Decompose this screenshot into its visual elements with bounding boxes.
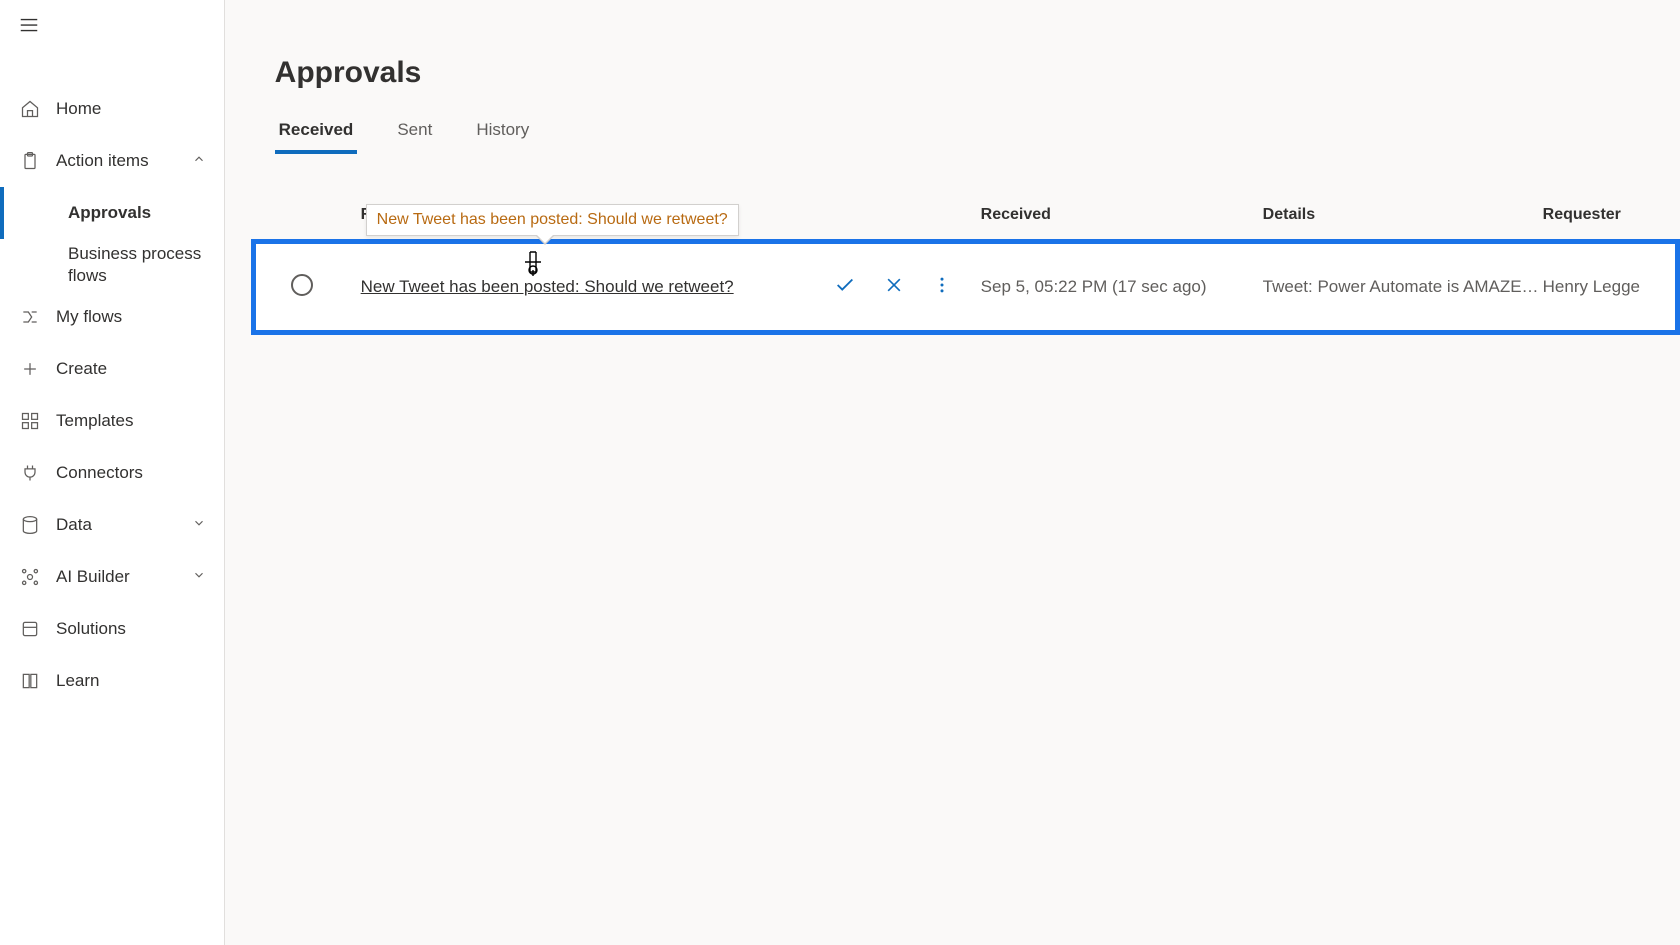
sidebar-item-label: Create xyxy=(56,358,206,380)
sidebar-item-data[interactable]: Data xyxy=(0,499,224,551)
tooltip: New Tweet has been posted: Should we ret… xyxy=(366,204,739,236)
templates-icon xyxy=(18,411,42,431)
sidebar-item-connectors[interactable]: Connectors xyxy=(0,447,224,499)
approve-button[interactable] xyxy=(834,274,856,301)
more-vertical-icon xyxy=(932,275,952,295)
close-icon xyxy=(884,275,904,295)
clipboard-icon xyxy=(18,151,42,171)
chevron-up-icon xyxy=(192,152,206,171)
approvals-table: Request Received Details Requester New T… xyxy=(251,193,1680,335)
tab-history[interactable]: History xyxy=(472,120,533,154)
sidebar-item-solutions[interactable]: Solutions xyxy=(0,603,224,655)
column-header-requester[interactable]: Requester xyxy=(1543,206,1640,224)
plus-icon xyxy=(18,359,42,379)
sidebar-item-label: My flows xyxy=(56,306,206,328)
sidebar-item-label: Solutions xyxy=(56,618,206,640)
tab-received[interactable]: Received xyxy=(275,120,358,154)
flow-icon xyxy=(18,307,42,327)
sidebar-item-home[interactable]: Home xyxy=(0,83,224,135)
tab-label: Sent xyxy=(397,120,432,139)
column-header-details[interactable]: Details xyxy=(1263,206,1543,224)
sidebar-item-create[interactable]: Create xyxy=(0,343,224,395)
ai-icon xyxy=(18,567,42,587)
sidebar-item-label: Connectors xyxy=(56,462,206,484)
sidebar-item-label: Data xyxy=(56,514,192,536)
sidebar-item-label: Home xyxy=(56,98,206,120)
sidebar-item-approvals[interactable]: Approvals xyxy=(0,187,224,239)
row-select-radio[interactable] xyxy=(291,274,313,296)
sidebar-item-label: Business process flows xyxy=(68,243,206,287)
tab-label: History xyxy=(476,120,529,139)
tab-label: Received xyxy=(279,120,354,139)
tab-sent[interactable]: Sent xyxy=(393,120,436,154)
checkmark-icon xyxy=(834,274,856,296)
sidebar-item-label: Templates xyxy=(56,410,206,432)
home-icon xyxy=(18,99,42,119)
tooltip-text: New Tweet has been posted: Should we ret… xyxy=(377,211,728,228)
book-icon xyxy=(18,671,42,691)
solutions-icon xyxy=(18,619,42,639)
sidebar-item-action-items[interactable]: Action items xyxy=(0,135,224,187)
sidebar-item-learn[interactable]: Learn xyxy=(0,655,224,707)
sidebar-item-templates[interactable]: Templates xyxy=(0,395,224,447)
sidebar-item-business-process-flows[interactable]: Business process flows xyxy=(0,239,224,291)
chevron-down-icon xyxy=(192,516,206,535)
cell-received: Sep 5, 05:22 PM (17 sec ago) xyxy=(981,277,1263,297)
column-header-received[interactable]: Received xyxy=(981,206,1263,224)
cell-requester: Henry Legge xyxy=(1543,277,1640,297)
page-title: Approvals xyxy=(275,56,1680,90)
reject-button[interactable] xyxy=(884,275,904,300)
chevron-down-icon xyxy=(192,568,206,587)
sidebar-item-label: AI Builder xyxy=(56,566,192,588)
approval-title-link[interactable]: New Tweet has been posted: Should we ret… xyxy=(361,277,734,297)
database-icon xyxy=(18,515,42,535)
sidebar: Home Action items Approvals Business pro… xyxy=(0,0,225,945)
sidebar-item-label: Approvals xyxy=(68,202,206,224)
sidebar-item-label: Learn xyxy=(56,670,206,692)
connectors-icon xyxy=(18,463,42,483)
sidebar-item-my-flows[interactable]: My flows xyxy=(0,291,224,343)
tabs: Received Sent History xyxy=(275,120,1680,155)
table-row[interactable]: New Tweet has been posted: Should we ret… xyxy=(256,244,1675,330)
sidebar-item-ai-builder[interactable]: AI Builder xyxy=(0,551,224,603)
more-actions-button[interactable] xyxy=(932,275,952,300)
cell-details: Tweet: Power Automate is AMAZEBA... xyxy=(1263,277,1543,297)
main-content: Approvals Received Sent History Request … xyxy=(225,0,1680,945)
nav-list: Home Action items Approvals Business pro… xyxy=(0,55,224,707)
sidebar-item-label: Action items xyxy=(56,150,192,172)
hamburger-button[interactable] xyxy=(0,0,224,55)
hamburger-icon xyxy=(18,14,40,36)
